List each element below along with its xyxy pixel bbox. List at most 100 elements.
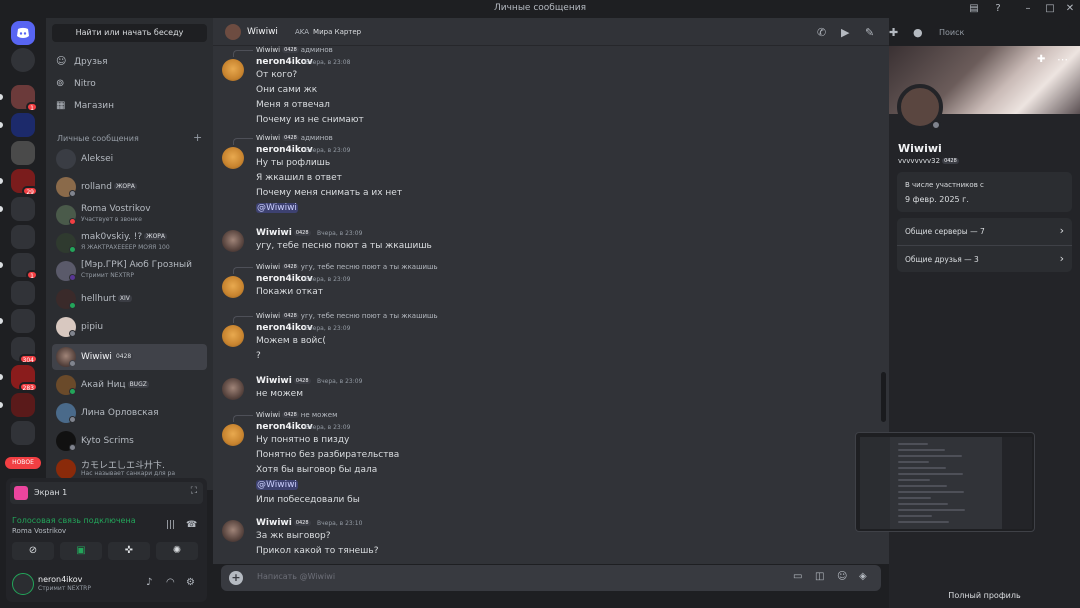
disconnect-icon[interactable]: ☎ [186,520,197,530]
user-avatar[interactable] [12,573,34,595]
activity-button[interactable]: ✜ [108,542,150,560]
dm-item[interactable]: rolland ЖОРА [52,174,207,200]
mutual-servers-row[interactable]: Общие серверы — 7 › [897,218,1072,244]
help-icon[interactable]: ? [991,2,1005,16]
create-dm-icon[interactable]: + [193,131,202,144]
chat-header-name: Wiwiwi [247,27,278,37]
nitro-icon: ⊚ [56,78,65,89]
server-icon[interactable] [11,309,35,333]
scrollbar[interactable] [881,372,886,422]
microphone-icon[interactable]: ♪ [146,577,152,588]
status-dot [69,302,76,309]
gif-icon[interactable]: ▭ [793,571,802,582]
attach-icon[interactable]: + [229,571,243,585]
video-call-icon[interactable]: ▶ [841,26,849,39]
screen-share-button[interactable]: ▣ [60,542,102,560]
server-icon[interactable]: 283 [11,365,38,392]
dm-item[interactable]: mak0vskiy. !? ЖОРА Я ЖАКТРАХЕЕЕЕР МОЯЯ 100 [52,230,207,256]
message-author[interactable]: Wiwiwi 0428 [256,228,313,238]
dm-item[interactable]: Roma Vostrikov Участвует в звонке [52,202,207,228]
minimize-button[interactable]: – [1021,2,1035,16]
user-profile-icon[interactable]: ● [913,26,923,39]
preview-line [898,473,963,475]
reply-connector [233,50,253,57]
dm-item[interactable]: pipiu [52,314,207,340]
maximize-button[interactable]: □ [1043,2,1057,16]
status-dot [69,330,76,337]
new-unreads-badge[interactable]: НОВОЕ [5,457,41,469]
voice-call-icon[interactable]: ✆ [817,26,826,39]
user-panel: neron4ikov Стримит NEXTRP ♪ ◠ ⚙ [6,568,207,602]
reply-preview[interactable]: Wiwiwi 0428 не можем [256,411,337,419]
server-icon[interactable] [11,141,35,165]
server-icon[interactable] [11,393,35,417]
nav-friends[interactable]: ☺ Друзья [52,52,207,72]
headphones-icon[interactable]: ◠ [166,577,175,588]
camera-button[interactable]: ⊘ [12,542,54,560]
dm-item[interactable]: hellhurt XIV [52,286,207,312]
reply-preview[interactable]: Wiwiwi 0428 угу, тебе песню поют а ты жкаш… [256,263,438,271]
preview-line [898,467,946,469]
home-button[interactable] [11,21,35,45]
voice-channel-name[interactable]: Roma Vostrikov [12,527,66,535]
message-avatar[interactable] [222,276,244,298]
pin-icon[interactable]: ✎ [865,26,874,39]
mutuals-card: Общие серверы — 7 › Общие друзья — 3 › [897,218,1072,272]
reply-preview[interactable]: Wiwiwi 0428 админов [256,46,333,54]
server-icon[interactable] [11,48,35,72]
server-icon[interactable]: 1 [11,85,38,112]
unread-pill [0,318,3,324]
nav-nitro[interactable]: ⊚ Nitro [52,74,207,94]
sticker-icon[interactable]: ◫ [815,571,824,582]
mention[interactable]: @Wiwiwi [256,480,298,490]
dm-item[interactable]: Aleksei [52,146,207,172]
server-icon[interactable]: 29 [11,169,38,196]
inbox-icon[interactable]: ▤ [967,2,981,16]
dm-item[interactable]: [Мэр.ГРК] Аюб Грозный Стримит NEXTRP [52,258,207,284]
emoji-icon[interactable]: ☺ [837,571,847,582]
apps-icon[interactable]: ◈ [859,571,867,582]
server-icon[interactable] [11,197,35,221]
message-avatar[interactable] [222,378,244,400]
full-profile-link[interactable]: Полный профиль [889,591,1080,600]
message-text: За жк выговор? [256,531,331,541]
dm-item[interactable]: Лина Орловская [52,400,207,426]
dm-item[interactable]: Акай Ниц BUGZ [52,372,207,398]
server-icon[interactable] [11,281,35,305]
search-conversation-button[interactable]: Найти или начать беседу [52,24,207,42]
server-icon[interactable] [11,421,35,445]
message-avatar[interactable] [222,520,244,542]
message-avatar[interactable] [222,424,244,446]
message-avatar[interactable] [222,230,244,252]
message-avatar[interactable] [222,59,244,81]
screen-share-preview[interactable]: Экран 1 ⛶ [10,482,203,504]
noise-suppression-icon[interactable]: ||| [166,520,175,530]
settings-icon[interactable]: ⚙ [186,577,195,588]
more-icon[interactable]: ⋯ [1057,53,1068,66]
server-icon[interactable] [11,113,35,137]
nav-shop[interactable]: ▦ Магазин [52,96,207,116]
add-friend-icon[interactable]: ✚ [1037,54,1045,65]
message-text: Можем в войс( [256,336,326,346]
message-author[interactable]: Wiwiwi 0428 [256,376,313,386]
stream-preview-window[interactable] [855,432,1035,532]
soundboard-button[interactable]: ✺ [156,542,198,560]
dm-item[interactable]: Kyto Scrims [52,428,207,454]
reply-preview[interactable]: Wiwiwi 0428 угу, тебе песню поют а ты жкаш… [256,312,438,320]
server-icon[interactable]: 304 [11,337,38,364]
add-friends-icon[interactable]: ✚ [889,26,898,39]
reply-preview[interactable]: Wiwiwi 0428 админов [256,134,333,142]
close-button[interactable]: ✕ [1063,2,1077,16]
server-icon[interactable]: 1 [11,253,38,280]
screen-share-toggle-icon[interactable]: ⛶ [191,486,197,496]
message-composer[interactable]: + Написать @Wiwiwi ▭ ◫ ☺ ◈ [221,565,881,591]
status-dot [69,190,76,197]
message-author[interactable]: Wiwiwi 0428 [256,518,313,528]
message-avatar[interactable] [222,325,244,347]
server-icon[interactable] [11,225,35,249]
dm-item-selected[interactable]: Wiwiwi 0428 [52,344,207,370]
chat-search-input[interactable]: Поиск [935,25,1070,41]
mutual-friends-row[interactable]: Общие друзья — 3 › [897,245,1072,271]
message-avatar[interactable] [222,147,244,169]
mention[interactable]: @Wiwiwi [256,203,298,213]
